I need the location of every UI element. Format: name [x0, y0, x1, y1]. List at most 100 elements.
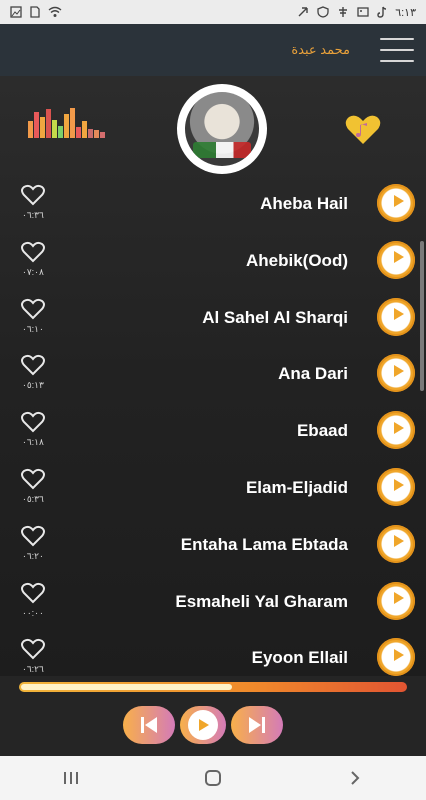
play-button-circle: [188, 710, 218, 740]
play-button[interactable]: [180, 706, 226, 744]
equalizer-bar: [64, 114, 69, 138]
share-icon: [298, 7, 308, 17]
equalizer-icon: [28, 108, 105, 138]
home-icon[interactable]: [193, 763, 233, 793]
equalizer-bar: [76, 127, 81, 138]
equalizer-bar: [52, 120, 57, 138]
equalizer-bar: [82, 121, 87, 138]
track-play-button[interactable]: [377, 524, 415, 563]
play-icon: [388, 648, 405, 667]
photo-icon: [357, 7, 369, 17]
progress-bar[interactable]: [19, 682, 407, 692]
track-row[interactable]: ٠٦:١٠ Al Sahel Al Sharqi: [0, 297, 426, 354]
play-icon: [388, 534, 405, 553]
heart-icon[interactable]: [21, 241, 45, 263]
menu-line: [380, 60, 414, 62]
track-play-button[interactable]: [377, 638, 415, 676]
track-title[interactable]: Ahebik(Ood): [246, 251, 348, 271]
scrollbar[interactable]: [420, 241, 424, 391]
menu-icon[interactable]: [380, 38, 414, 62]
back-icon[interactable]: [335, 763, 375, 793]
track-play-button[interactable]: [377, 468, 415, 506]
play-icon: [199, 719, 209, 731]
track-duration: ٠٧:٠٨: [22, 266, 44, 277]
track-row[interactable]: ٠٠:٠٠ Esmaheli Yal Gharam: [0, 581, 426, 638]
status-time: ٦:١٣: [395, 6, 416, 19]
equalizer-bar: [88, 129, 93, 138]
heart-icon[interactable]: [21, 638, 45, 660]
equalizer-bar: [100, 132, 105, 138]
progress-fill: [21, 684, 233, 690]
play-icon: [388, 307, 405, 326]
heart-icon[interactable]: [21, 468, 45, 490]
track-title[interactable]: Ebaad: [297, 421, 348, 441]
track-play-button[interactable]: [377, 184, 415, 222]
track-title[interactable]: Al Sahel Al Sharqi: [202, 308, 348, 328]
play-icon: [388, 364, 405, 383]
track-title[interactable]: Esmaheli Yal Gharam: [175, 592, 348, 612]
menu-line: [380, 49, 414, 51]
track-title[interactable]: Elam-Eljadid: [246, 478, 348, 498]
track-duration: ٠٦:٣٦: [22, 210, 44, 220]
player-header: [0, 76, 426, 176]
track-play-button[interactable]: [377, 297, 415, 336]
heart-icon[interactable]: [21, 411, 45, 433]
track-duration: ٠٦:٢٠: [22, 550, 44, 561]
equalizer-bar: [58, 126, 63, 138]
app-bar: محمد عبدة: [0, 24, 426, 76]
recents-icon[interactable]: [51, 763, 91, 793]
previous-button[interactable]: [123, 706, 175, 744]
equalizer-bar: [70, 108, 75, 138]
track-duration: ٠٦:١٠: [22, 323, 44, 334]
track-duration: ٠٥:١٣: [22, 380, 44, 391]
next-button[interactable]: [231, 706, 283, 744]
track-duration: ٠٦:٢٦: [22, 664, 44, 675]
track-play-button[interactable]: [377, 240, 415, 279]
track-play-button[interactable]: [377, 354, 415, 393]
equalizer-bar: [28, 121, 33, 138]
track-list: ٠٦:٣٦ Aheba Hail ٠٧:٠٨ Ahebik(Ood) ٠٦:١٠ Al S…: [0, 176, 426, 676]
track-row[interactable]: ٠٧:٠٨ Ahebik(Ood): [0, 240, 426, 297]
sim-icon: [30, 6, 40, 18]
heart-icon[interactable]: [21, 582, 45, 604]
singer-photo: [185, 92, 259, 166]
vpn-icon: [317, 6, 329, 18]
track-title[interactable]: Eyoon Ellail: [252, 648, 348, 668]
track-duration: ٠٠:٠٠: [22, 607, 44, 618]
status-bar: ٦:١٣: [0, 0, 426, 24]
track-row[interactable]: ٠٦:١٨ Ebaad: [0, 411, 426, 467]
play-icon: [388, 478, 405, 497]
heart-icon[interactable]: [21, 354, 45, 376]
heart-music-icon[interactable]: [345, 114, 381, 146]
wifi-icon: [48, 6, 62, 17]
track-row[interactable]: ٠٦:٣٦ Aheba Hail: [0, 184, 426, 240]
status-right: ٦:١٣: [297, 6, 416, 19]
equalizer-bar: [46, 109, 51, 138]
equalizer-bar: [40, 117, 45, 138]
app-title: محمد عبدة: [291, 42, 350, 57]
tiktok-icon: [377, 6, 387, 18]
play-icon: [388, 194, 405, 213]
track-row[interactable]: ٠٥:١٣ Ana Dari: [0, 354, 426, 410]
singer-avatar: [177, 84, 267, 174]
player-controls: [0, 706, 426, 748]
track-row[interactable]: ٠٥:٣٦ Elam-Eljadid: [0, 468, 426, 524]
heart-icon[interactable]: [21, 298, 45, 320]
skip-previous-icon: [141, 717, 157, 733]
track-play-button[interactable]: [377, 581, 415, 620]
system-nav-bar: [0, 756, 426, 800]
play-icon: [388, 250, 405, 269]
track-duration: ٠٦:١٨: [22, 437, 44, 448]
heart-icon[interactable]: [21, 525, 45, 547]
track-title[interactable]: Aheba Hail: [260, 194, 348, 214]
image-icon: [10, 6, 22, 18]
play-icon: [388, 421, 405, 440]
track-title[interactable]: Entaha Lama Ebtada: [181, 535, 348, 555]
track-row[interactable]: ٠٦:٢٠ Entaha Lama Ebtada: [0, 524, 426, 581]
track-play-button[interactable]: [377, 411, 415, 450]
status-left: [10, 6, 62, 18]
track-row[interactable]: ٠٦:٢٦ Eyoon Ellail: [0, 638, 426, 676]
track-title[interactable]: Ana Dari: [278, 364, 348, 384]
heart-icon[interactable]: [21, 184, 45, 206]
track-duration: ٠٥:٣٦: [22, 494, 44, 504]
